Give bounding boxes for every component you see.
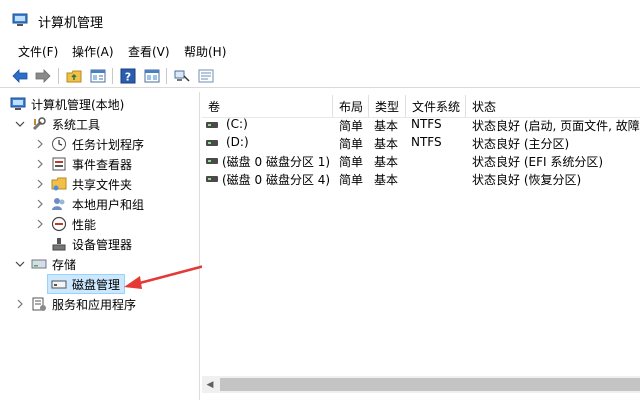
column-header-layout[interactable]: 布局 [333, 95, 369, 117]
column-header-filesystem[interactable]: 文件系统 [406, 95, 466, 117]
performance-icon [51, 216, 67, 232]
cell-status: 状态良好 (主分区) [472, 137, 570, 151]
toolbar: ? [0, 64, 640, 88]
forward-arrow-icon[interactable] [33, 66, 53, 86]
cell-layout: 简单 [339, 173, 364, 187]
tree-label: 系统工具 [52, 117, 101, 132]
volume-icon [206, 158, 218, 164]
volume-icon [206, 140, 218, 146]
cell-type: 基本 [374, 155, 399, 169]
tree-item-event-viewer[interactable]: 事件查看器 [34, 154, 132, 174]
column-header-type[interactable]: 类型 [369, 95, 406, 117]
toolbar-separator [166, 68, 167, 84]
table-row[interactable]: (磁盘 0 磁盘分区 4) 简单 基本 状态良好 (恢复分区) [202, 170, 640, 188]
computer-management-icon [10, 96, 26, 112]
menu-file[interactable]: 文件(F) [18, 43, 58, 60]
tree-item-services-applications[interactable]: 服务和应用程序 [14, 294, 136, 314]
tree-item-computer-management[interactable]: 计算机管理(本地) [10, 94, 124, 114]
cell-volume: (D:) [226, 135, 249, 149]
shared-folder-icon [51, 176, 67, 192]
svg-text:?: ? [125, 71, 131, 84]
table-row[interactable]: (C:) 简单 基本 NTFS 状态良好 (启动, 页面文件, 故障转 [202, 116, 640, 134]
cell-filesystem: NTFS [411, 135, 442, 149]
menu-bar: 文件(F) 操作(A) 查看(V) 帮助(H) [0, 40, 640, 62]
cell-status: 状态良好 (EFI 系统分区) [472, 155, 604, 169]
tree-label: 任务计划程序 [72, 137, 145, 152]
cell-volume: (磁盘 0 磁盘分区 1) [222, 155, 331, 169]
window-title: 计算机管理 [38, 16, 104, 31]
chevron-right-icon[interactable] [34, 218, 46, 230]
cell-volume: (磁盘 0 磁盘分区 4) [222, 173, 331, 187]
volume-list-pane: 卷 布局 类型 文件系统 状态 (C:) 简单 基本 NTFS 状态良好 (启动… [202, 92, 640, 400]
show-hide-tree-icon[interactable] [88, 66, 108, 86]
tree-label: 共享文件夹 [72, 177, 133, 192]
storage-icon [31, 256, 47, 272]
table-row[interactable]: (D:) 简单 基本 NTFS 状态良好 (主分区) [202, 134, 640, 152]
menu-action[interactable]: 操作(A) [72, 43, 114, 60]
horizontal-scrollbar[interactable]: ◀ [202, 376, 640, 393]
volume-icon [206, 122, 218, 128]
computer-management-icon [12, 13, 28, 27]
table-row[interactable]: (磁盘 0 磁盘分区 1) 简单 基本 状态良好 (EFI 系统分区) [202, 152, 640, 170]
tree-item-storage[interactable]: 存储 [14, 254, 76, 274]
cell-status: 状态良好 (恢复分区) [472, 173, 582, 187]
scroll-left-icon[interactable]: ◀ [204, 379, 216, 391]
scrollbar-thumb[interactable] [220, 378, 640, 391]
chevron-down-icon[interactable] [14, 118, 26, 130]
tree-label: 设备管理器 [72, 237, 133, 252]
connect-icon[interactable] [172, 66, 192, 86]
cell-type: 基本 [374, 173, 399, 187]
users-icon [51, 196, 67, 212]
tree-label: 本地用户和组 [72, 197, 145, 212]
chevron-right-icon[interactable] [34, 178, 46, 190]
list-view-icon[interactable] [196, 66, 216, 86]
cell-layout: 简单 [339, 119, 364, 133]
tree-label: 磁盘管理 [72, 277, 121, 292]
tree-item-local-users-groups[interactable]: 本地用户和组 [34, 194, 144, 214]
toolbar-separator [112, 68, 113, 84]
toolbar-separator [58, 68, 59, 84]
tree-item-device-manager[interactable]: 设备管理器 [51, 234, 132, 254]
tree-item-disk-management[interactable]: 磁盘管理 [47, 274, 125, 294]
column-header-volume[interactable]: 卷 [202, 95, 333, 117]
chevron-right-icon[interactable] [34, 138, 46, 150]
tools-icon [31, 116, 47, 132]
cell-type: 基本 [374, 119, 399, 133]
tree-label: 事件查看器 [72, 157, 133, 172]
tree-item-performance[interactable]: 性能 [34, 214, 96, 234]
cell-layout: 简单 [339, 137, 364, 151]
tree-item-task-scheduler[interactable]: 任务计划程序 [34, 134, 144, 154]
volume-icon [206, 176, 218, 182]
tree-label: 计算机管理(本地) [31, 97, 125, 112]
cell-status: 状态良好 (启动, 页面文件, 故障转 [472, 119, 640, 133]
cell-type: 基本 [374, 137, 399, 151]
column-header-status[interactable]: 状态 [466, 95, 640, 117]
help-icon[interactable]: ? [118, 66, 138, 86]
menu-view[interactable]: 查看(V) [128, 43, 170, 60]
back-arrow-icon[interactable] [10, 66, 30, 86]
folder-up-icon[interactable] [64, 66, 84, 86]
menu-help[interactable]: 帮助(H) [184, 43, 226, 60]
tree-label: 性能 [72, 217, 97, 232]
chevron-right-icon[interactable] [34, 158, 46, 170]
cell-filesystem: NTFS [411, 117, 442, 131]
disk-management-icon [51, 276, 67, 292]
tree-label: 存储 [52, 257, 77, 272]
services-icon [31, 296, 47, 312]
tree-label: 服务和应用程序 [52, 297, 137, 312]
chevron-right-icon[interactable] [14, 298, 26, 310]
chevron-right-icon[interactable] [34, 198, 46, 210]
tree-item-shared-folders[interactable]: 共享文件夹 [34, 174, 132, 194]
properties-icon[interactable] [142, 66, 162, 86]
tree-item-system-tools[interactable]: 系统工具 [14, 114, 100, 134]
annotation-arrow-icon [124, 263, 209, 289]
cell-volume: (C:) [226, 117, 248, 131]
device-manager-icon [51, 236, 67, 252]
navigation-tree: 计算机管理(本地) 系统工具 任务计划程序 事件查看器 共享文件夹 本地用户和组… [0, 92, 200, 400]
clock-icon [51, 136, 67, 152]
event-log-icon [51, 156, 67, 172]
title-bar: 计算机管理 [0, 0, 640, 38]
cell-layout: 简单 [339, 155, 364, 169]
chevron-down-icon[interactable] [14, 258, 26, 270]
